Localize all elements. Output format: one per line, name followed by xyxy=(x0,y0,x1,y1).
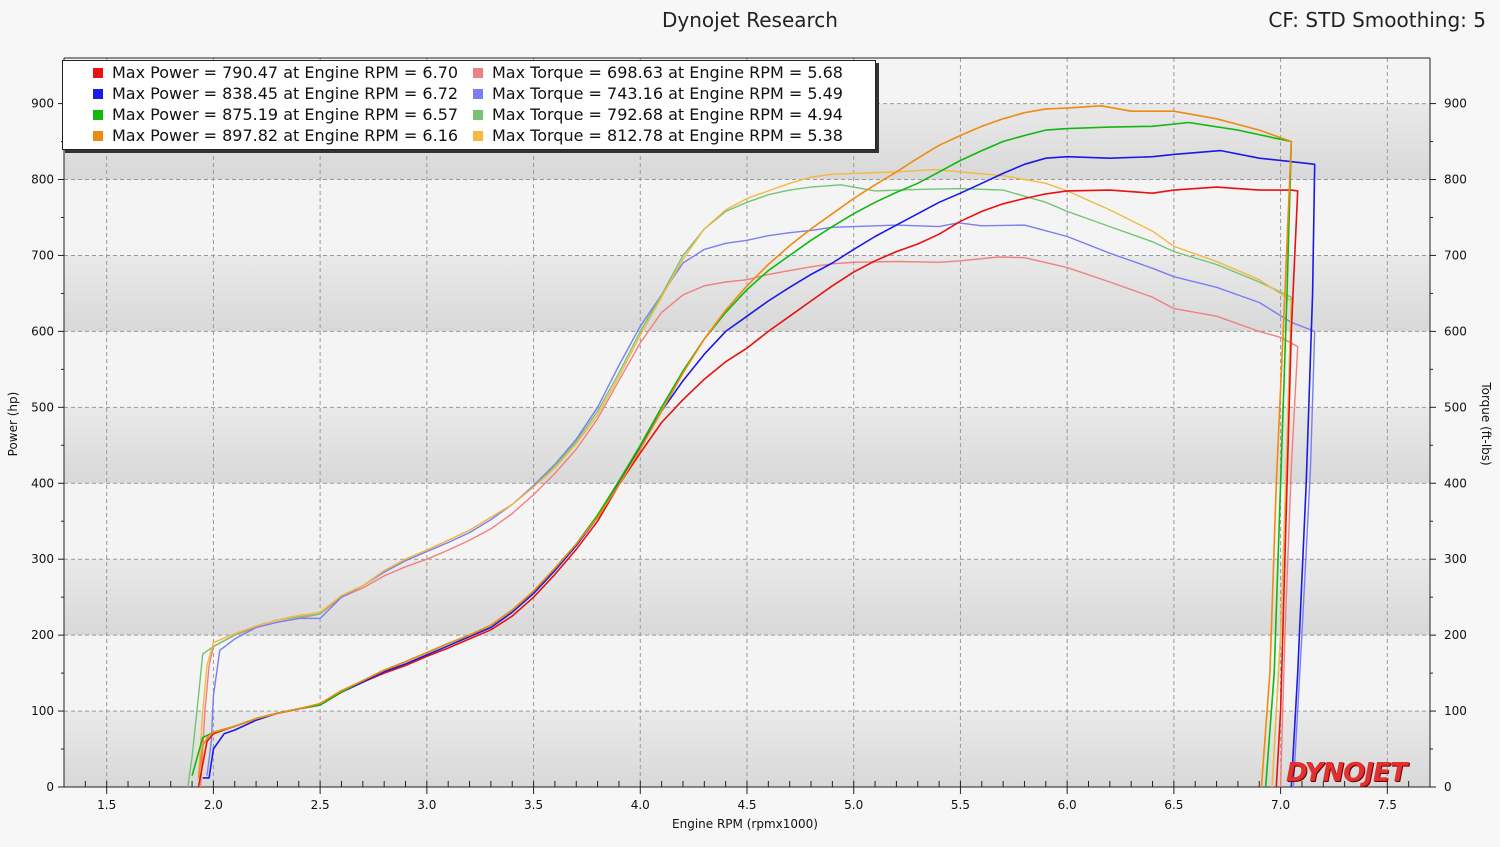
y-axis-label-left: Power (hp) xyxy=(6,392,20,457)
x-tick-label: 7.5 xyxy=(1378,798,1397,812)
y-tick-label-left: 300 xyxy=(31,552,54,566)
legend-text: Max Power = 790.47 at Engine RPM = 6.70 xyxy=(112,63,459,82)
y-tick-label-right: 600 xyxy=(1444,324,1467,338)
y-tick-label-right: 500 xyxy=(1444,400,1467,414)
x-tick-label: 1.5 xyxy=(97,798,116,812)
legend-swatch xyxy=(93,131,103,141)
legend-swatch xyxy=(473,110,483,120)
y-tick-label-left: 600 xyxy=(31,324,54,338)
x-tick-label: 2.0 xyxy=(204,798,223,812)
y-tick-label-left: 0 xyxy=(46,780,54,794)
y-tick-label-right: 100 xyxy=(1444,704,1467,718)
x-tick-label: 3.0 xyxy=(417,798,436,812)
y-tick-label-left: 900 xyxy=(31,97,54,111)
x-axis-label: Engine RPM (rpmx1000) xyxy=(672,817,818,831)
legend-text: Max Torque = 743.16 at Engine RPM = 5.49 xyxy=(492,84,843,103)
legend-item: Max Torque = 698.63 at Engine RPM = 5.68 xyxy=(473,62,843,83)
dynojet-logo: DYNOJET xyxy=(1286,758,1407,788)
y-axis-label-right: Torque (ft-lbs) xyxy=(1479,381,1493,465)
legend-text: Max Power = 897.82 at Engine RPM = 6.16 xyxy=(112,126,459,145)
y-tick-label-right: 300 xyxy=(1444,552,1467,566)
y-tick-label-right: 0 xyxy=(1444,780,1452,794)
x-tick-label: 3.5 xyxy=(524,798,543,812)
legend-swatch xyxy=(473,131,483,141)
legend-item: Max Power = 838.45 at Engine RPM = 6.72 xyxy=(93,83,458,104)
y-tick-label-left: 700 xyxy=(31,248,54,262)
y-tick-label-left: 500 xyxy=(31,400,54,414)
legend-swatch xyxy=(473,68,483,78)
legend-text: Max Torque = 698.63 at Engine RPM = 5.68 xyxy=(492,63,843,82)
x-tick-label: 5.5 xyxy=(951,798,970,812)
legend-item: Max Torque = 792.68 at Engine RPM = 4.94 xyxy=(473,104,843,125)
legend-swatch xyxy=(93,89,103,99)
y-tick-label-left: 200 xyxy=(31,628,54,642)
legend: Max Power = 790.47 at Engine RPM = 6.70 … xyxy=(62,60,876,150)
y-tick-label-right: 800 xyxy=(1444,173,1467,187)
x-tick-label: 4.5 xyxy=(737,798,756,812)
y-tick-label-right: 900 xyxy=(1444,97,1467,111)
y-tick-label-left: 400 xyxy=(31,476,54,490)
legend-item: Max Power = 790.47 at Engine RPM = 6.70 xyxy=(93,62,458,83)
legend-item: Max Torque = 743.16 at Engine RPM = 5.49 xyxy=(473,83,843,104)
y-tick-label-left: 100 xyxy=(31,704,54,718)
y-tick-label-right: 700 xyxy=(1444,248,1467,262)
y-tick-label-right: 200 xyxy=(1444,628,1467,642)
x-tick-label: 2.5 xyxy=(311,798,330,812)
legend-item: Max Torque = 812.78 at Engine RPM = 5.38 xyxy=(473,125,843,146)
x-tick-label: 7.0 xyxy=(1271,798,1290,812)
legend-swatch xyxy=(473,89,483,99)
legend-swatch xyxy=(93,68,103,78)
legend-text: Max Torque = 812.78 at Engine RPM = 5.38 xyxy=(492,126,843,145)
legend-text: Max Power = 838.45 at Engine RPM = 6.72 xyxy=(112,84,459,103)
y-tick-label-left: 800 xyxy=(31,173,54,187)
legend-text: Max Torque = 792.68 at Engine RPM = 4.94 xyxy=(492,105,843,124)
x-tick-label: 6.5 xyxy=(1164,798,1183,812)
legend-swatch xyxy=(93,110,103,120)
legend-item: Max Power = 897.82 at Engine RPM = 6.16 xyxy=(93,125,458,146)
x-tick-label: 6.0 xyxy=(1058,798,1077,812)
legend-item: Max Power = 875.19 at Engine RPM = 6.57 xyxy=(93,104,458,125)
legend-text: Max Power = 875.19 at Engine RPM = 6.57 xyxy=(112,105,459,124)
x-tick-label: 4.0 xyxy=(631,798,650,812)
x-tick-label: 5.0 xyxy=(844,798,863,812)
y-tick-label-right: 400 xyxy=(1444,476,1467,490)
